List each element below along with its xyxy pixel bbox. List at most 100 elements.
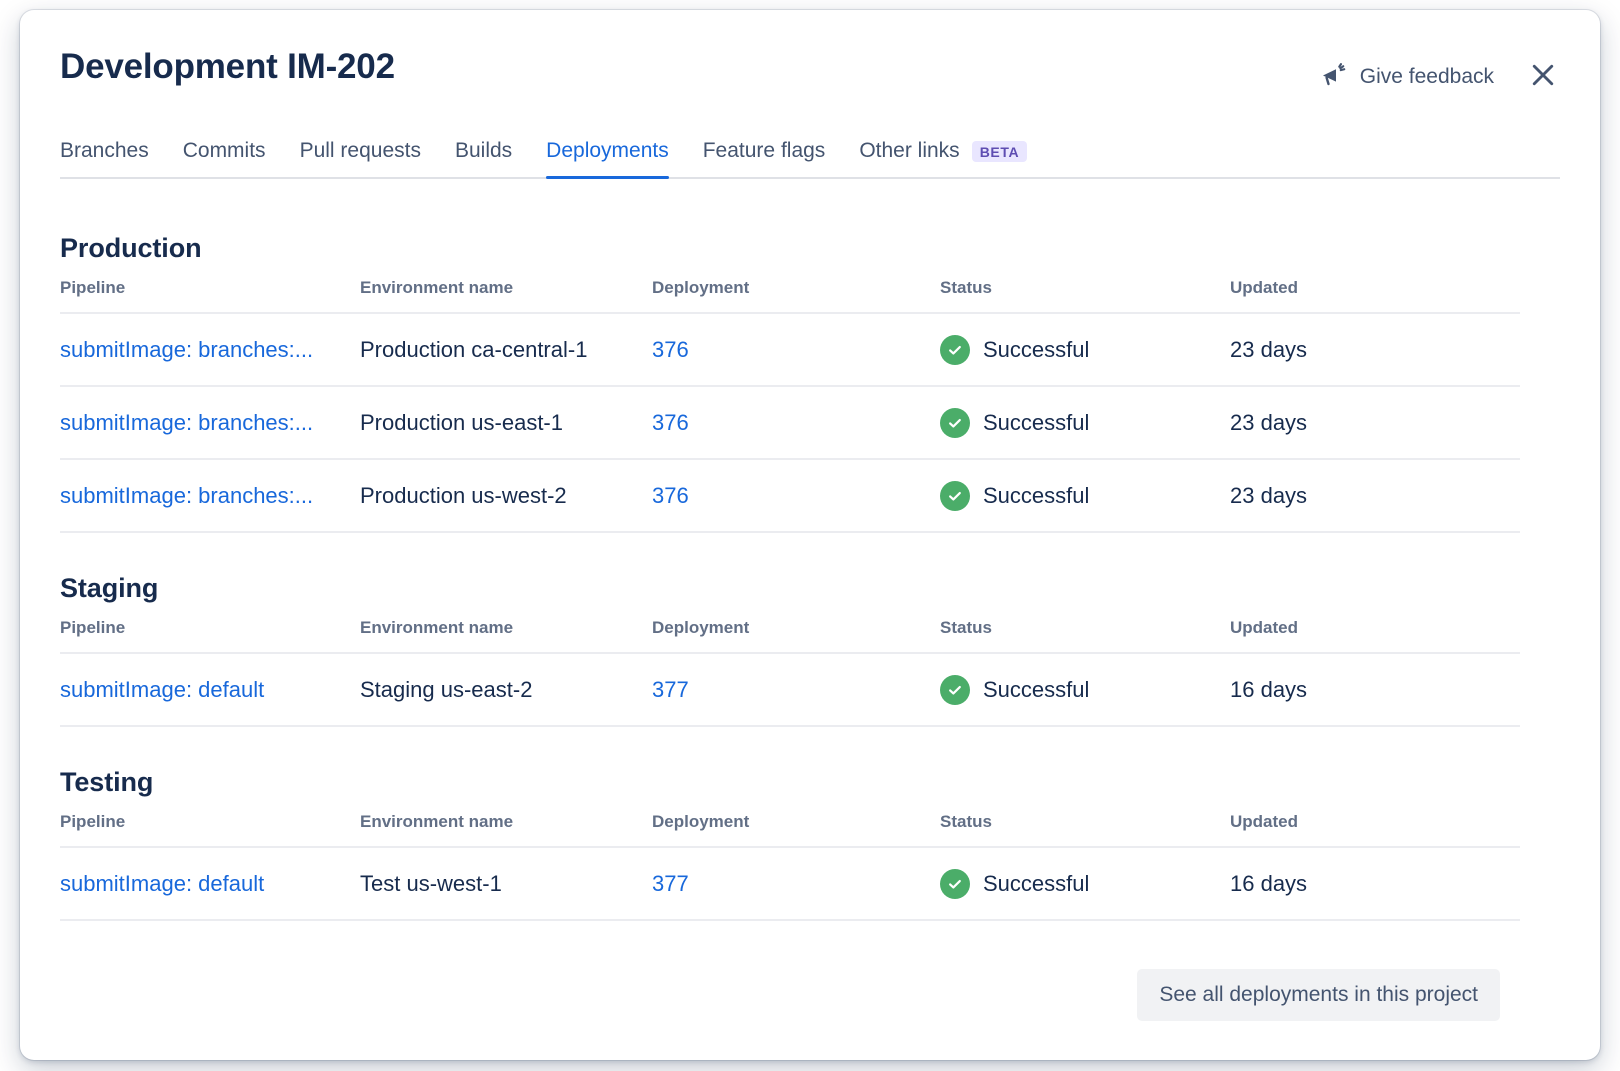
deployment-link[interactable]: 376	[652, 410, 689, 435]
deployments-table-production: Pipeline Environment name Deployment Sta…	[60, 278, 1520, 533]
modal-content: Development IM-202 Give fe	[20, 10, 1600, 1060]
tab-feature-flags[interactable]: Feature flags	[686, 139, 843, 177]
cell-environment: Production us-east-1	[360, 386, 652, 459]
cell-status: Successful	[940, 386, 1230, 459]
close-icon	[1528, 60, 1558, 93]
cell-updated: 16 days	[1230, 653, 1520, 726]
page-title: Development IM-202	[60, 48, 395, 87]
column-header-updated: Updated	[1230, 278, 1520, 313]
table-row: submitImage: branches:... Production us-…	[60, 386, 1520, 459]
table-header-row: Pipeline Environment name Deployment Sta…	[60, 618, 1520, 653]
header-actions: Give feedback	[1317, 48, 1560, 97]
column-header-updated: Updated	[1230, 618, 1520, 653]
section-title-testing: Testing	[60, 767, 1560, 798]
tab-builds-label: Builds	[455, 139, 512, 163]
tab-branches-label: Branches	[60, 139, 149, 163]
cell-status: Successful	[940, 313, 1230, 386]
cell-environment: Production us-west-2	[360, 459, 652, 532]
table-header-row: Pipeline Environment name Deployment Sta…	[60, 812, 1520, 847]
section-title-production: Production	[60, 233, 1560, 264]
column-header-deployment: Deployment	[652, 618, 940, 653]
check-circle-icon	[940, 408, 970, 438]
deployments-table-testing: Pipeline Environment name Deployment Sta…	[60, 812, 1520, 921]
column-header-pipeline: Pipeline	[60, 278, 360, 313]
cell-environment: Production ca-central-1	[360, 313, 652, 386]
table-row: submitImage: default Staging us-east-2 3…	[60, 653, 1520, 726]
cell-updated: 23 days	[1230, 313, 1520, 386]
tab-feature-flags-label: Feature flags	[703, 139, 826, 163]
cell-updated: 23 days	[1230, 386, 1520, 459]
see-all-deployments-button[interactable]: See all deployments in this project	[1137, 969, 1500, 1021]
megaphone-icon	[1319, 60, 1349, 93]
cell-pipeline: submitImage: branches:...	[60, 386, 360, 459]
column-header-status: Status	[940, 278, 1230, 313]
deployment-link[interactable]: 377	[652, 871, 689, 896]
column-header-updated: Updated	[1230, 812, 1520, 847]
status-label: Successful	[983, 337, 1089, 363]
cell-pipeline: submitImage: default	[60, 847, 360, 920]
tab-list: Branches Commits Pull requests Builds De…	[60, 139, 1560, 177]
pipeline-link[interactable]: submitImage: branches:...	[60, 483, 313, 508]
cell-deployment: 377	[652, 847, 940, 920]
pipeline-link[interactable]: submitImage: default	[60, 677, 264, 702]
cell-deployment: 376	[652, 313, 940, 386]
status-label: Successful	[983, 677, 1089, 703]
tab-commits[interactable]: Commits	[166, 139, 283, 177]
status-badge: Successful	[940, 869, 1230, 899]
deployment-link[interactable]: 376	[652, 483, 689, 508]
status-label: Successful	[983, 871, 1089, 897]
cell-environment: Test us-west-1	[360, 847, 652, 920]
pipeline-link[interactable]: submitImage: default	[60, 871, 264, 896]
section-title-staging: Staging	[60, 573, 1560, 604]
modal-header: Development IM-202 Give fe	[60, 48, 1560, 97]
deployment-link[interactable]: 377	[652, 677, 689, 702]
table-row: submitImage: branches:... Production us-…	[60, 459, 1520, 532]
modal-footer: See all deployments in this project	[60, 969, 1560, 1021]
column-header-pipeline: Pipeline	[60, 812, 360, 847]
section-testing: Testing Pipeline Environment name Deploy…	[60, 767, 1560, 921]
table-row: submitImage: branches:... Production ca-…	[60, 313, 1520, 386]
cell-status: Successful	[940, 847, 1230, 920]
column-header-pipeline: Pipeline	[60, 618, 360, 653]
deployments-body: Production Pipeline Environment name Dep…	[60, 179, 1560, 1021]
section-staging: Staging Pipeline Environment name Deploy…	[60, 573, 1560, 727]
section-production: Production Pipeline Environment name Dep…	[60, 233, 1560, 533]
status-badge: Successful	[940, 335, 1230, 365]
column-header-deployment: Deployment	[652, 278, 940, 313]
deployment-link[interactable]: 376	[652, 337, 689, 362]
tab-deployments-label: Deployments	[546, 139, 669, 163]
give-feedback-label: Give feedback	[1360, 65, 1494, 89]
status-badge: Successful	[940, 675, 1230, 705]
pipeline-link[interactable]: submitImage: branches:...	[60, 337, 313, 362]
check-circle-icon	[940, 675, 970, 705]
cell-pipeline: submitImage: branches:...	[60, 313, 360, 386]
tab-pull-requests[interactable]: Pull requests	[283, 139, 438, 177]
tab-other-links[interactable]: Other links BETA	[842, 139, 1044, 177]
status-label: Successful	[983, 410, 1089, 436]
check-circle-icon	[940, 481, 970, 511]
column-header-environment: Environment name	[360, 812, 652, 847]
status-label: Successful	[983, 483, 1089, 509]
tab-pull-requests-label: Pull requests	[300, 139, 421, 163]
cell-pipeline: submitImage: branches:...	[60, 459, 360, 532]
development-deployments-modal: Development IM-202 Give fe	[20, 10, 1600, 1060]
table-header-row: Pipeline Environment name Deployment Sta…	[60, 278, 1520, 313]
cell-updated: 16 days	[1230, 847, 1520, 920]
column-header-status: Status	[940, 618, 1230, 653]
deployments-table-staging: Pipeline Environment name Deployment Sta…	[60, 618, 1520, 727]
tab-commits-label: Commits	[183, 139, 266, 163]
tab-builds[interactable]: Builds	[438, 139, 529, 177]
check-circle-icon	[940, 335, 970, 365]
close-button[interactable]	[1526, 58, 1560, 95]
pipeline-link[interactable]: submitImage: branches:...	[60, 410, 313, 435]
status-badge: Successful	[940, 481, 1230, 511]
cell-status: Successful	[940, 459, 1230, 532]
tab-branches[interactable]: Branches	[60, 139, 166, 177]
column-header-deployment: Deployment	[652, 812, 940, 847]
beta-badge: BETA	[972, 141, 1027, 162]
give-feedback-button[interactable]: Give feedback	[1317, 56, 1496, 97]
table-row: submitImage: default Test us-west-1 377 …	[60, 847, 1520, 920]
cell-deployment: 376	[652, 386, 940, 459]
column-header-status: Status	[940, 812, 1230, 847]
tab-deployments[interactable]: Deployments	[529, 139, 686, 177]
